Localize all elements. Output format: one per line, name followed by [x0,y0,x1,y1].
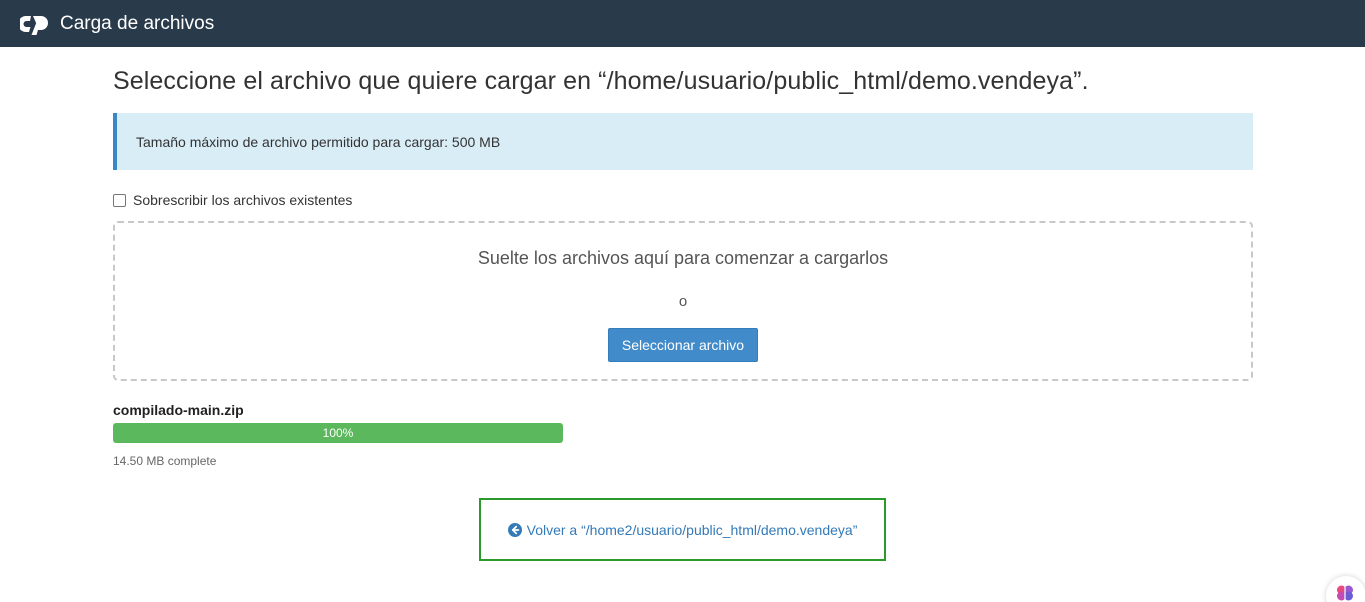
arrow-circle-left-icon [507,522,522,537]
assistant-widget[interactable] [1326,576,1365,602]
upload-progress-fill: 100% [113,423,563,443]
main-content: Seleccione el archivo que quiere cargar … [113,47,1253,468]
file-dropzone[interactable]: Suelte los archivos aquí para comenzar a… [113,221,1253,381]
overwrite-option[interactable]: Sobrescribir los archivos existentes [113,191,1253,209]
max-size-info: Tamaño máximo de archivo permitido para … [113,113,1253,170]
upload-status: 14.50 MB complete [113,454,217,468]
top-header: Carga de archivos [0,0,1365,47]
brain-icon [1337,585,1353,601]
page-title: Seleccione el archivo que quiere cargar … [113,67,1089,95]
upload-file-name: compilado-main.zip [113,402,244,418]
header-title: Carga de archivos [60,12,215,34]
overwrite-label[interactable]: Sobrescribir los archivos existentes [133,192,352,208]
max-size-info-text: Tamaño máximo de archivo permitido para … [136,133,501,150]
upload-progress-bar: 100% [113,423,563,443]
select-file-button[interactable]: Seleccionar archivo [607,328,759,362]
dropzone-or-text: o [678,293,688,310]
back-link-box: Volver a “/home2/usuario/public_html/dem… [479,498,886,561]
overwrite-checkbox[interactable] [113,193,126,207]
back-link[interactable]: Volver a “/home2/usuario/public_html/dem… [507,522,858,538]
back-link-label[interactable]: Volver a “/home2/usuario/public_html/dem… [527,522,858,538]
dropzone-text: Suelte los archivos aquí para comenzar a… [477,248,889,268]
cpanel-logo-icon[interactable] [20,13,51,35]
